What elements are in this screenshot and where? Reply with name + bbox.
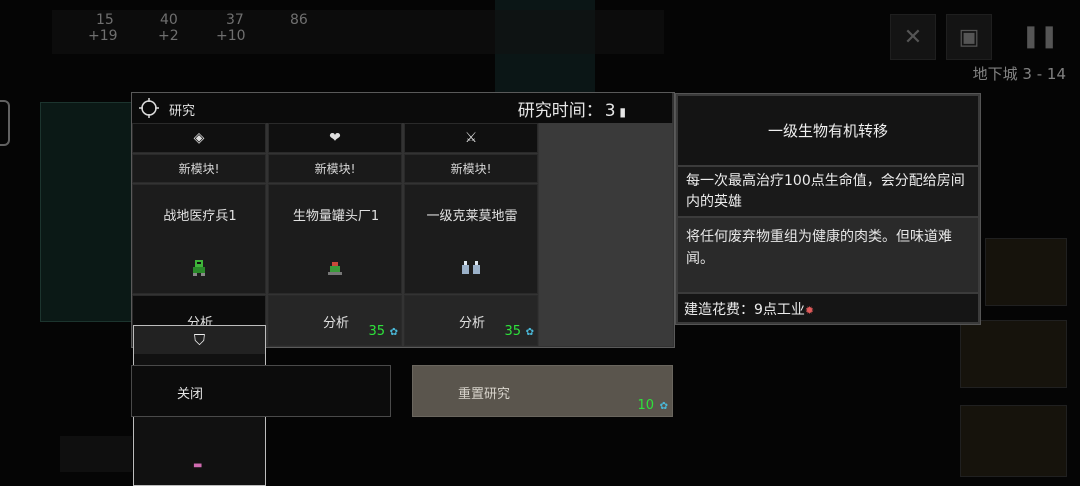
pause-icon: ❚❚ bbox=[1021, 23, 1059, 49]
close-label: 关闭 bbox=[177, 387, 204, 402]
science-icon: ✿ bbox=[659, 401, 668, 412]
reset-label: 重置研究 bbox=[458, 387, 511, 402]
research-panel: 研究 研究时间： 3 ▮ ◈ 新模块! 战地医疗兵1 分析 ❤ 新模块! 生物量罐… bbox=[131, 92, 675, 348]
research-option-body: 生物量罐头厂1 bbox=[268, 184, 402, 294]
build-tools-button[interactable]: ✕ bbox=[890, 14, 936, 60]
module-flavor-text: 将任何废弃物重组为健康的肉类。但味道难闻。 bbox=[678, 218, 978, 292]
analyze-button[interactable]: 分析 35 ✿ bbox=[268, 295, 402, 346]
resource-industry: 15 +19 bbox=[88, 12, 118, 44]
module-build-cost: 建造花费：9点工业✹ bbox=[678, 294, 978, 322]
reset-cost: 10 bbox=[637, 398, 654, 413]
science-icon: ✿ bbox=[389, 327, 398, 338]
resource-food: 37 +10 bbox=[216, 12, 246, 44]
research-option-body: 一级克莱莫地雷 bbox=[404, 184, 538, 294]
door-icon: ▮ bbox=[615, 105, 626, 119]
hero-portrait-1[interactable] bbox=[985, 238, 1067, 306]
new-module-badge: 新模块! bbox=[268, 154, 402, 183]
resource-science: 40 +2 bbox=[158, 12, 179, 44]
module-info-panel: 一级生物有机转移 每一次最高治疗100点生命值，会分配给房间内的英雄 将任何废弃… bbox=[675, 93, 981, 325]
hero-portrait-3[interactable] bbox=[960, 405, 1067, 477]
industry-diamond-icon: ◈ bbox=[132, 123, 266, 153]
reset-research-button[interactable]: 重置研究 10 ✿ bbox=[412, 365, 673, 417]
industry-icon: ✹ bbox=[804, 304, 815, 317]
claymore-sprite-icon bbox=[462, 261, 480, 274]
research-header: 研究 研究时间： 3 ▮ bbox=[132, 93, 672, 123]
research-time: 研究时间： 3 ▮ bbox=[518, 96, 626, 121]
medic-sprite-icon bbox=[193, 260, 205, 276]
dungeon-room bbox=[40, 102, 134, 322]
research-time-label: 研究时间： bbox=[517, 101, 603, 121]
science-icon: ✿ bbox=[525, 327, 534, 338]
backpack-button[interactable]: ▣ bbox=[946, 14, 992, 60]
science-cost: 35 bbox=[504, 324, 521, 339]
analyze-button[interactable]: 分析 35 ✿ bbox=[404, 295, 538, 346]
new-module-badge: 新模块! bbox=[132, 154, 266, 183]
resource-dust: 86 bbox=[290, 12, 308, 28]
option-sprite-icon: ▬ bbox=[193, 460, 203, 471]
module-title: 一级生物有机转移 bbox=[678, 96, 978, 165]
hero-portrait-2[interactable] bbox=[960, 320, 1067, 388]
research-option-body: 战地医疗兵1 bbox=[132, 184, 266, 294]
floor-label: 地下城 3 - 14 bbox=[972, 65, 1066, 83]
tools-icon: ✕ bbox=[903, 24, 923, 50]
backpack-icon: ▣ bbox=[958, 24, 980, 50]
bottom-build-slot bbox=[60, 436, 132, 472]
research-option-name: 生物量罐头厂1 bbox=[292, 209, 380, 224]
close-button[interactable]: 关闭 bbox=[131, 365, 391, 417]
science-cost: 35 bbox=[368, 324, 385, 339]
empty-research-slot bbox=[539, 123, 673, 346]
research-option-name: 一级克莱莫地雷 bbox=[426, 209, 518, 224]
sword-icon: ⚔ bbox=[404, 123, 538, 153]
shield-icon: ⛉ bbox=[134, 326, 265, 354]
new-module-badge: 新模块! bbox=[404, 154, 538, 183]
research-option-name: 战地医疗兵1 bbox=[163, 209, 237, 224]
research-time-value: 3 bbox=[604, 101, 616, 121]
side-scroll-handle[interactable] bbox=[0, 100, 10, 146]
build-cost-label: 建造花费：9点工业 bbox=[684, 302, 805, 318]
cannery-sprite-icon bbox=[328, 262, 342, 275]
pause-button[interactable]: ❚❚ bbox=[1018, 14, 1062, 58]
research-icon bbox=[139, 98, 159, 118]
heart-icon: ❤ bbox=[268, 123, 402, 153]
module-description: 每一次最高治疗100点生命值，会分配给房间内的英雄 bbox=[678, 167, 978, 216]
research-title: 研究 bbox=[169, 104, 196, 119]
